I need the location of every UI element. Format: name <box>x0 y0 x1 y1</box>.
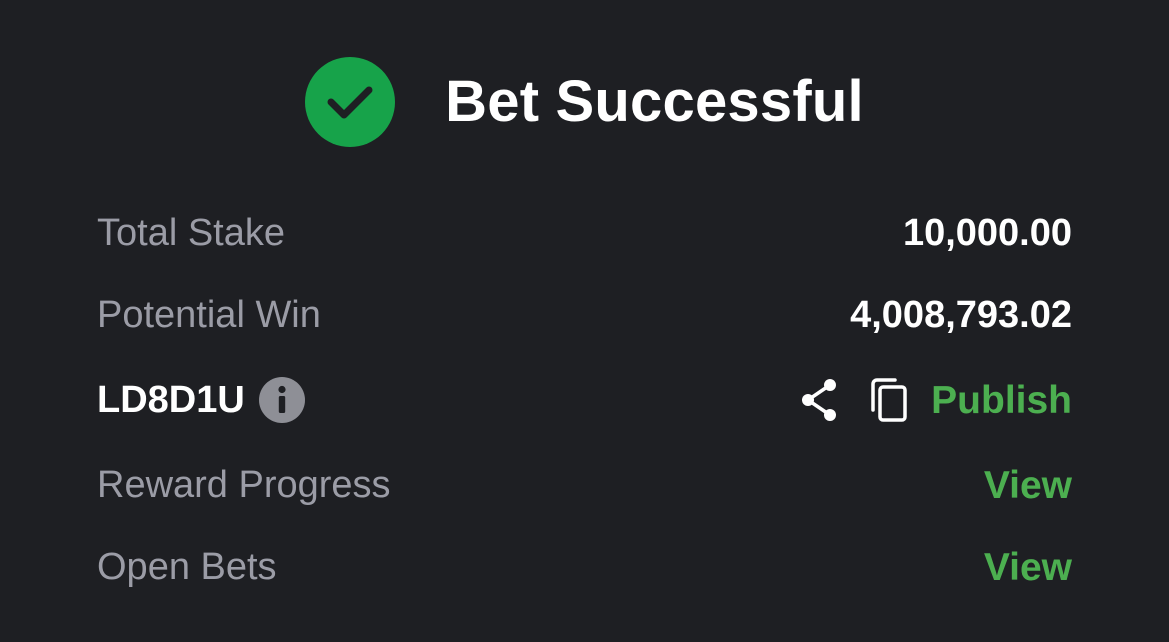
booking-code-row: LD8D1U Publish <box>97 356 1072 444</box>
open-bets-label: Open Bets <box>97 546 277 588</box>
share-icon[interactable] <box>797 376 841 424</box>
reward-progress-label: Reward Progress <box>97 464 391 506</box>
potential-win-value: 4,008,793.02 <box>850 294 1072 336</box>
total-stake-row: Total Stake 10,000.00 <box>97 192 1072 274</box>
total-stake-value: 10,000.00 <box>902 212 1072 254</box>
potential-win-row: Potential Win 4,008,793.02 <box>97 274 1072 356</box>
open-bets-view-link[interactable]: View <box>984 548 1072 587</box>
booking-actions: Publish <box>797 376 1072 424</box>
booking-code-group: LD8D1U <box>97 377 305 423</box>
open-bets-row: Open Bets View <box>97 526 1072 608</box>
reward-progress-row: Reward Progress View <box>97 444 1072 526</box>
publish-button[interactable]: Publish <box>931 381 1072 420</box>
reward-progress-view-link[interactable]: View <box>984 466 1072 505</box>
copy-icon[interactable] <box>867 376 911 424</box>
potential-win-label: Potential Win <box>97 294 321 336</box>
check-circle-icon <box>305 57 396 147</box>
total-stake-label: Total Stake <box>97 212 285 254</box>
success-header: Bet Successful <box>0 54 1169 150</box>
page-title: Bet Successful <box>445 69 864 134</box>
info-icon[interactable] <box>258 377 305 423</box>
booking-code: LD8D1U <box>97 379 245 421</box>
bet-summary: Total Stake 10,000.00 Potential Win 4,00… <box>97 192 1072 608</box>
